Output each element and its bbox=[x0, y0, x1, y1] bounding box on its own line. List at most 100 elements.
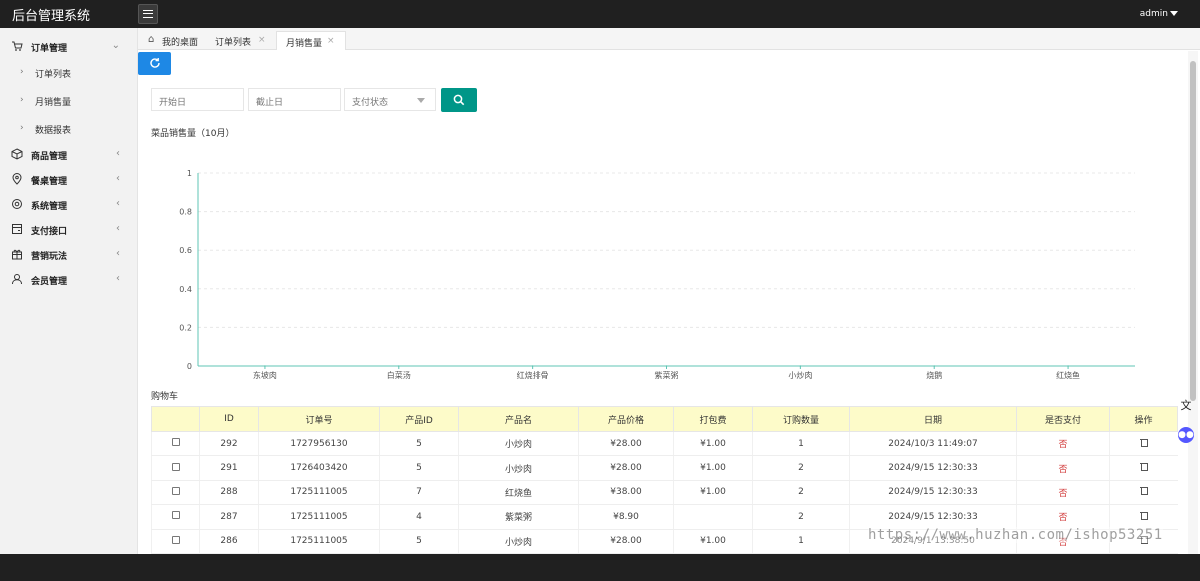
cell-id: 287 bbox=[199, 504, 259, 530]
sidebar-item-monthly-sales[interactable]: › 月销售量 bbox=[0, 87, 138, 115]
scrollbar-thumb[interactable] bbox=[1190, 61, 1196, 401]
sidebar-item-order-list[interactable]: › 订单列表 bbox=[0, 59, 138, 87]
sidebar: 订单管理 ⌄ › 订单列表 › 月销售量 › 数据报表 商品管理 ‹ 餐桌管理 … bbox=[0, 28, 138, 554]
cell-quantity: 1 bbox=[752, 431, 850, 457]
sidebar-group-payment[interactable]: 支付接口 ‹ bbox=[0, 217, 138, 242]
watermark-text: https://www.huzhan.com/ishop53251 bbox=[868, 527, 1163, 543]
row-checkbox[interactable] bbox=[171, 486, 180, 495]
sales-chart: 0 0.2 0.4 0.6 0.8 1 东坡肉 白菜汤 红烧排骨 紫菜粥 小炒肉 烧鹅 红烧鱼 bbox=[179, 169, 1135, 380]
search-button[interactable] bbox=[441, 88, 477, 112]
chart-title: 菜品销售量（10月） bbox=[151, 129, 235, 139]
sidebar-group-marketing[interactable]: 营销玩法 ‹ bbox=[0, 242, 138, 267]
cell-product-name: 小炒肉 bbox=[458, 529, 579, 554]
cell-id: 288 bbox=[199, 480, 259, 506]
y-tick-label: 0.8 bbox=[179, 208, 192, 217]
cell-id: 286 bbox=[199, 529, 259, 554]
trash-icon[interactable] bbox=[1139, 511, 1148, 520]
cell-date: 2024/9/15 12:30:33 bbox=[849, 480, 1017, 506]
x-tick-label: 红烧鱼 bbox=[1056, 370, 1080, 380]
cell-product-name: 小炒肉 bbox=[458, 455, 579, 481]
chevron-left-icon: ‹ bbox=[116, 223, 120, 234]
column-header: 产品名 bbox=[458, 406, 579, 432]
sidebar-item-label: 数据报表 bbox=[35, 126, 72, 136]
top-bar: 后台管理系统 admin bbox=[0, 0, 1200, 28]
cell-packing-fee: ¥1.00 bbox=[673, 529, 753, 554]
home-icon: ⌂ bbox=[148, 34, 155, 45]
sidebar-group-label: 订单管理 bbox=[31, 44, 68, 54]
gift-icon bbox=[11, 248, 23, 260]
data-point bbox=[665, 365, 668, 367]
cell-price: ¥38.00 bbox=[578, 480, 674, 506]
trash-icon[interactable] bbox=[1139, 438, 1148, 447]
cell-actions bbox=[1109, 504, 1178, 530]
y-tick-label: 0.4 bbox=[179, 285, 192, 294]
cell-id: 292 bbox=[199, 431, 259, 457]
translate-icon[interactable]: 文 bbox=[1178, 398, 1194, 414]
sidebar-group-label: 营销玩法 bbox=[31, 252, 68, 262]
user-menu[interactable]: admin bbox=[1140, 9, 1168, 19]
cell-price: ¥28.00 bbox=[578, 455, 674, 481]
cell-date: 2024/9/15 12:30:33 bbox=[849, 455, 1017, 481]
cell-paid-status: 否 bbox=[1016, 431, 1110, 457]
menu-toggle-button[interactable] bbox=[138, 4, 158, 24]
chevron-right-icon: › bbox=[20, 95, 24, 105]
cell-actions bbox=[1109, 480, 1178, 506]
close-icon[interactable]: × bbox=[327, 36, 335, 46]
sidebar-item-label: 订单列表 bbox=[35, 70, 72, 80]
refresh-button[interactable] bbox=[138, 52, 171, 75]
sidebar-group-label: 会员管理 bbox=[31, 277, 68, 287]
payment-icon bbox=[11, 223, 23, 235]
cart-icon bbox=[11, 40, 23, 52]
y-tick-label: 0 bbox=[187, 362, 192, 371]
sidebar-group-system[interactable]: 系统管理 ‹ bbox=[0, 192, 138, 217]
tab-label: 订单列表 bbox=[215, 38, 252, 48]
cell-id: 291 bbox=[199, 455, 259, 481]
sidebar-group-members[interactable]: 会员管理 ‹ bbox=[0, 267, 138, 292]
app-title: 后台管理系统 bbox=[12, 9, 91, 24]
cell-product-id: 5 bbox=[379, 455, 459, 481]
payment-status-placeholder: 支付状态 bbox=[352, 98, 389, 108]
x-tick-label: 东坡肉 bbox=[253, 370, 277, 380]
row-checkbox[interactable] bbox=[171, 438, 180, 447]
tab-monthly-sales[interactable]: 月销售量 × bbox=[276, 31, 346, 50]
tab-order-list[interactable]: 订单列表 × bbox=[208, 31, 272, 50]
cell-quantity: 2 bbox=[752, 455, 850, 481]
table-row: 292 1727956130 5 小炒肉 ¥28.00 ¥1.00 1 2024… bbox=[151, 431, 1178, 457]
cell-product-name: 小炒肉 bbox=[458, 431, 579, 457]
sidebar-group-orders[interactable]: 订单管理 ⌄ bbox=[0, 34, 138, 59]
row-checkbox[interactable] bbox=[171, 535, 180, 544]
trash-icon[interactable] bbox=[1139, 462, 1148, 472]
sidebar-group-products[interactable]: 商品管理 ‹ bbox=[0, 142, 138, 167]
vertical-scrollbar[interactable] bbox=[1188, 51, 1198, 554]
sidebar-item-data-report[interactable]: › 数据报表 bbox=[0, 115, 138, 143]
cell-packing-fee: ¥1.00 bbox=[673, 480, 753, 506]
table-header-row: ID 订单号 产品ID 产品名 产品价格 打包费 订购数量 日期 是否支付 操作 bbox=[151, 406, 1178, 432]
end-date-input[interactable]: 截止日 bbox=[248, 88, 341, 111]
chevron-left-icon: ‹ bbox=[116, 198, 120, 209]
tab-my-desktop[interactable]: ⌂ 我的桌面 bbox=[144, 31, 204, 50]
x-tick-label: 烧鹅 bbox=[926, 370, 942, 380]
caret-down-icon[interactable] bbox=[1170, 11, 1178, 16]
column-header: 产品价格 bbox=[578, 406, 674, 432]
row-checkbox[interactable] bbox=[171, 511, 180, 520]
location-icon bbox=[11, 173, 23, 185]
cell-date: 2024/9/15 12:30:33 bbox=[849, 504, 1017, 530]
chevron-right-icon: › bbox=[20, 123, 24, 133]
chevron-down-icon: ⌄ bbox=[111, 40, 120, 51]
data-point bbox=[1067, 365, 1069, 367]
cell-product-name: 红烧鱼 bbox=[458, 480, 579, 506]
start-date-input[interactable]: 开始日 bbox=[151, 88, 244, 111]
column-header: ID bbox=[199, 406, 259, 432]
data-point bbox=[531, 365, 534, 367]
x-tick-label: 小炒肉 bbox=[788, 370, 812, 380]
chatbot-icon[interactable]: ●● bbox=[1178, 427, 1194, 443]
cell-quantity: 1 bbox=[752, 529, 850, 554]
start-date-placeholder: 开始日 bbox=[159, 98, 187, 108]
sidebar-group-tables[interactable]: 餐桌管理 ‹ bbox=[0, 167, 138, 192]
close-icon[interactable]: × bbox=[258, 35, 266, 45]
trash-icon[interactable] bbox=[1139, 486, 1148, 496]
cell-price: ¥28.00 bbox=[578, 529, 674, 554]
payment-status-select[interactable]: 支付状态 bbox=[344, 88, 436, 111]
sidebar-group-label: 支付接口 bbox=[31, 227, 68, 237]
row-checkbox[interactable] bbox=[171, 462, 180, 471]
